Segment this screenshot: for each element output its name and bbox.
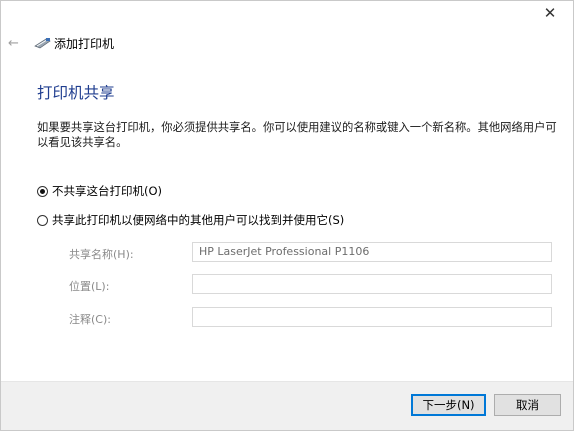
- comment-field[interactable]: [192, 307, 552, 327]
- page-title: 打印机共享: [37, 84, 115, 102]
- close-button[interactable]: ✕: [527, 1, 573, 25]
- radio-no-share-label[interactable]: 不共享这台打印机(O): [52, 183, 162, 199]
- location-field[interactable]: [192, 274, 552, 294]
- next-button[interactable]: 下一步(N): [411, 394, 486, 416]
- share-name-field[interactable]: HP LaserJet Professional P1106: [192, 242, 552, 262]
- radio-no-share-indicator[interactable]: [37, 185, 48, 197]
- radio-share[interactable]: 共享此打印机以便网络中的其他用户可以找到并使用它(S): [37, 212, 344, 228]
- printer-icon: [34, 38, 51, 49]
- comment-label: 注释(C):: [69, 313, 111, 326]
- radio-share-indicator[interactable]: [37, 214, 48, 226]
- add-printer-wizard-window: ✕ ← 添加打印机 打印机共享 如果要共享这台打印机，你必须提供共享名。你可以使…: [0, 0, 574, 431]
- location-label: 位置(L):: [69, 280, 110, 293]
- radio-no-share[interactable]: 不共享这台打印机(O): [37, 183, 162, 199]
- radio-share-label[interactable]: 共享此打印机以便网络中的其他用户可以找到并使用它(S): [52, 212, 344, 228]
- close-icon: ✕: [543, 4, 557, 22]
- back-button[interactable]: ←: [8, 36, 19, 51]
- back-arrow-icon: ←: [8, 36, 19, 51]
- cancel-button[interactable]: 取消: [494, 394, 561, 416]
- share-name-label: 共享名称(H):: [69, 248, 134, 261]
- wizard-footer: 下一步(N) 取消: [1, 381, 573, 430]
- share-description: 如果要共享这台打印机，你必须提供共享名。你可以使用建议的名称或键入一个新名称。其…: [37, 121, 557, 149]
- wizard-title: 添加打印机: [54, 37, 115, 51]
